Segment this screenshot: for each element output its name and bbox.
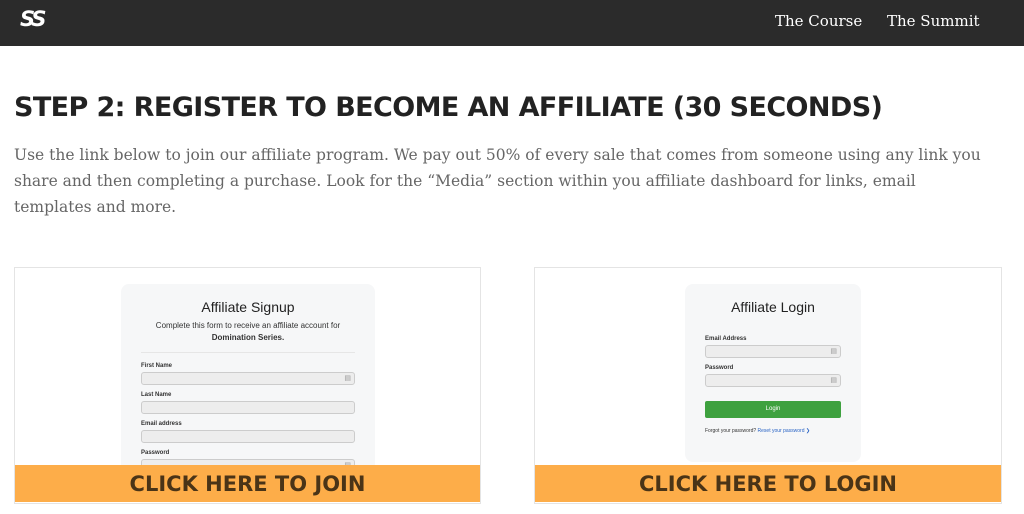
login-form-title: Affiliate Login bbox=[731, 299, 815, 315]
affiliate-signup-form-preview: Affiliate Signup Complete this form to r… bbox=[121, 284, 375, 484]
top-navigation-bar: SS The Course The Summit bbox=[0, 0, 1024, 46]
page-title: STEP 2: REGISTER TO BECOME AN AFFILIATE … bbox=[14, 92, 883, 123]
email-address-label: Email address bbox=[141, 421, 182, 427]
last-name-field bbox=[141, 401, 355, 414]
login-button-preview: Login bbox=[705, 401, 841, 418]
last-name-label: Last Name bbox=[141, 392, 172, 398]
login-password-label: Password bbox=[705, 365, 734, 371]
forgot-password-text: Forgot your password? Reset your passwor… bbox=[705, 428, 811, 434]
login-email-label: Email Address bbox=[705, 336, 747, 342]
nav-link-the-course[interactable]: The Course bbox=[775, 12, 862, 30]
login-email-field: ▤ bbox=[705, 345, 841, 358]
nav-link-the-summit[interactable]: The Summit bbox=[887, 12, 980, 30]
reset-password-link: Reset your password ❯ bbox=[757, 428, 811, 434]
email-address-field bbox=[141, 430, 355, 443]
first-name-label: First Name bbox=[141, 363, 173, 369]
password-label: Password bbox=[141, 450, 170, 456]
login-password-field: ▤ bbox=[705, 374, 841, 387]
affiliate-login-card[interactable]: Affiliate Login Email Address ▤ Password… bbox=[534, 267, 1002, 504]
page-description: Use the link below to join our affiliate… bbox=[14, 146, 981, 216]
affiliate-join-card[interactable]: Affiliate Signup Complete this form to r… bbox=[14, 267, 481, 504]
click-here-to-login-button[interactable]: CLICK HERE TO LOGIN bbox=[535, 465, 1001, 502]
signup-form-subtitle: Complete this form to receive an affilia… bbox=[121, 320, 375, 344]
signup-form-product-name: Domination Series. bbox=[211, 333, 285, 342]
lock-icon: ▤ bbox=[830, 347, 837, 355]
lock-icon: ▤ bbox=[830, 376, 837, 384]
first-name-field: ▤ bbox=[141, 372, 355, 385]
lock-icon: ▤ bbox=[344, 374, 351, 382]
affiliate-login-form-preview: Affiliate Login Email Address ▤ Password… bbox=[685, 284, 861, 462]
click-here-to-join-button[interactable]: CLICK HERE TO JOIN bbox=[15, 465, 480, 502]
signup-form-title: Affiliate Signup bbox=[201, 299, 295, 315]
site-logo[interactable]: SS bbox=[20, 7, 46, 31]
signup-form-divider bbox=[141, 352, 355, 353]
